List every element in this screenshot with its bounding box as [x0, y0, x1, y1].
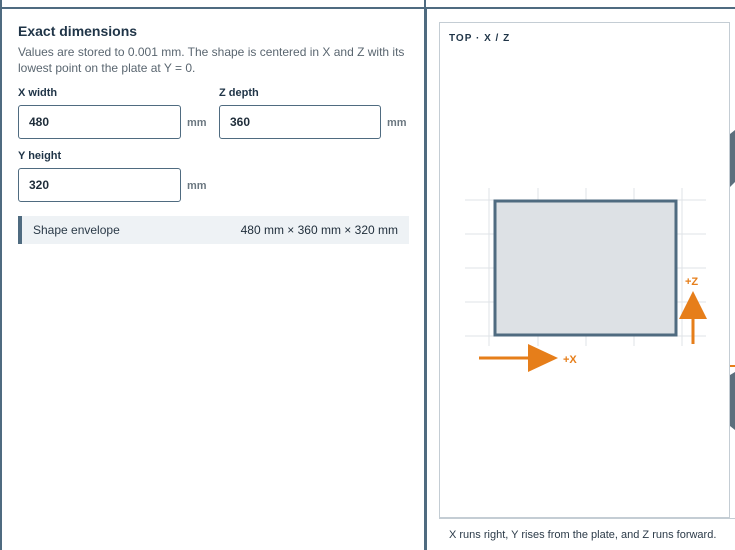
x-width-label: X width — [18, 87, 58, 99]
y-height-unit: mm — [187, 180, 207, 192]
x-width-unit: mm — [187, 117, 207, 129]
frame-tick — [0, 0, 2, 9]
x-axis-label: +X — [563, 354, 577, 366]
adjacent-view-edge — [730, 130, 735, 430]
x-axis-arrow — [479, 344, 558, 372]
panel-description: Values are stored to 0.001 mm. The shape… — [18, 45, 405, 75]
z-axis-label: +Z — [685, 276, 698, 288]
preview-caption: X runs right, Y rises from the plate, an… — [449, 529, 717, 541]
shape-envelope-summary: Shape envelope 480 mm × 360 mm × 320 mm — [18, 216, 409, 244]
envelope-label: Shape envelope — [33, 223, 120, 237]
shape-footprint — [493, 199, 678, 337]
top-view-diagram: +X +Z — [465, 188, 707, 372]
panel-divider — [424, 9, 427, 550]
panel-title: Exact dimensions — [18, 23, 138, 39]
y-height-label: Y height — [18, 150, 62, 162]
dimensions-panel: Exact dimensions Values are stored to 0.… — [18, 22, 410, 76]
z-depth-unit: mm — [387, 117, 407, 129]
top-view-preview[interactable]: TOP · X / Z +X +Z — [439, 22, 730, 518]
top-frame — [0, 0, 735, 9]
preview-caption-bar: X runs right, Y rises from the plate, an… — [439, 518, 735, 550]
x-width-input[interactable] — [18, 105, 181, 139]
z-depth-input[interactable] — [219, 105, 381, 139]
frame-tick — [424, 0, 426, 9]
y-height-input[interactable] — [18, 168, 181, 202]
left-border — [0, 9, 2, 550]
envelope-value: 480 mm × 360 mm × 320 mm — [240, 223, 398, 237]
z-depth-label: Z depth — [219, 87, 259, 99]
